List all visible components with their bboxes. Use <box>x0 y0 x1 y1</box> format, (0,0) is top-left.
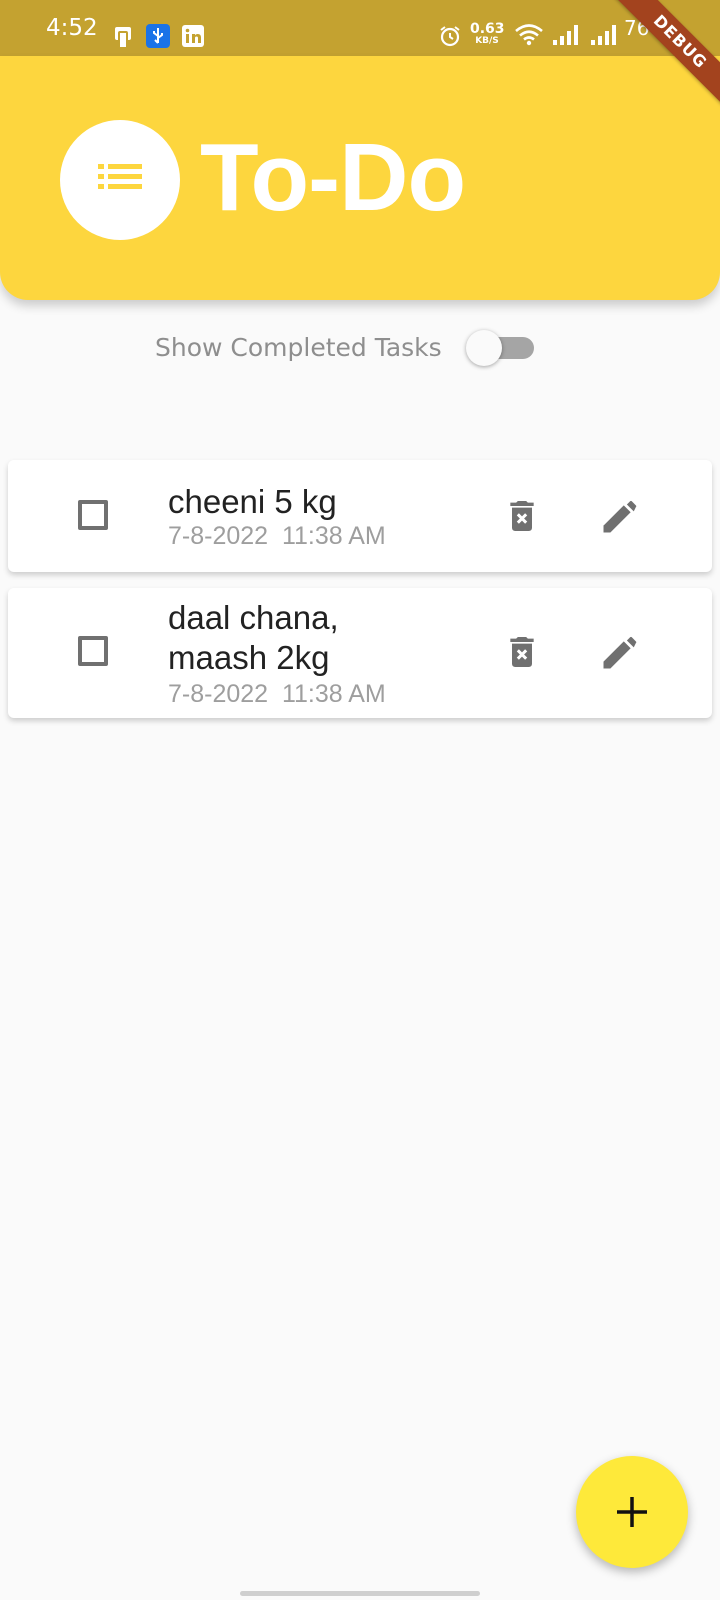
task-checkbox[interactable] <box>78 500 108 530</box>
delete-icon[interactable] <box>502 632 542 672</box>
task-card: cheeni 5 kg 7-8-2022 11:38 AM <box>8 460 712 572</box>
linkedin-icon <box>182 25 204 47</box>
edit-icon[interactable] <box>598 494 642 538</box>
status-bar: 4:52 0.63 KB/S <box>0 0 720 56</box>
todo-app-screen: 4:52 0.63 KB/S DEBUG To-Do Show Complete… <box>0 0 720 1600</box>
list-icon <box>98 164 142 189</box>
header-avatar <box>60 120 180 240</box>
delete-icon[interactable] <box>502 496 542 536</box>
task-title: daal chana, maash 2kg <box>168 599 339 676</box>
show-completed-label: Show Completed Tasks <box>155 333 442 362</box>
add-icon <box>617 1497 647 1527</box>
task-date: 7-8-2022 11:38 AM <box>168 522 386 550</box>
edit-icon[interactable] <box>598 630 642 674</box>
gesture-nav-bar[interactable] <box>240 1591 480 1596</box>
task-date: 7-8-2022 11:38 AM <box>168 680 386 708</box>
network-speed: 0.63 KB/S <box>470 21 505 46</box>
usb-debug-icon <box>146 24 170 48</box>
toggle-thumb <box>466 330 502 366</box>
page-title: To-Do <box>200 124 466 231</box>
show-completed-toggle[interactable] <box>466 330 540 366</box>
wifi-icon <box>515 24 543 46</box>
task-checkbox[interactable] <box>78 636 108 666</box>
task-title: cheeni 5 kg <box>168 483 337 520</box>
add-task-button[interactable] <box>576 1456 688 1568</box>
task-card: daal chana, maash 2kg 7-8-2022 11:38 AM <box>8 588 712 718</box>
alarm-icon <box>440 26 460 47</box>
notification-icon <box>115 27 131 49</box>
app-header: To-Do <box>0 56 720 300</box>
signal-icon <box>553 25 578 45</box>
network-speed-value: 0.63 <box>470 21 505 37</box>
network-speed-unit: KB/S <box>475 36 499 46</box>
signal-icon-2 <box>591 25 616 45</box>
status-time: 4:52 <box>46 15 98 41</box>
